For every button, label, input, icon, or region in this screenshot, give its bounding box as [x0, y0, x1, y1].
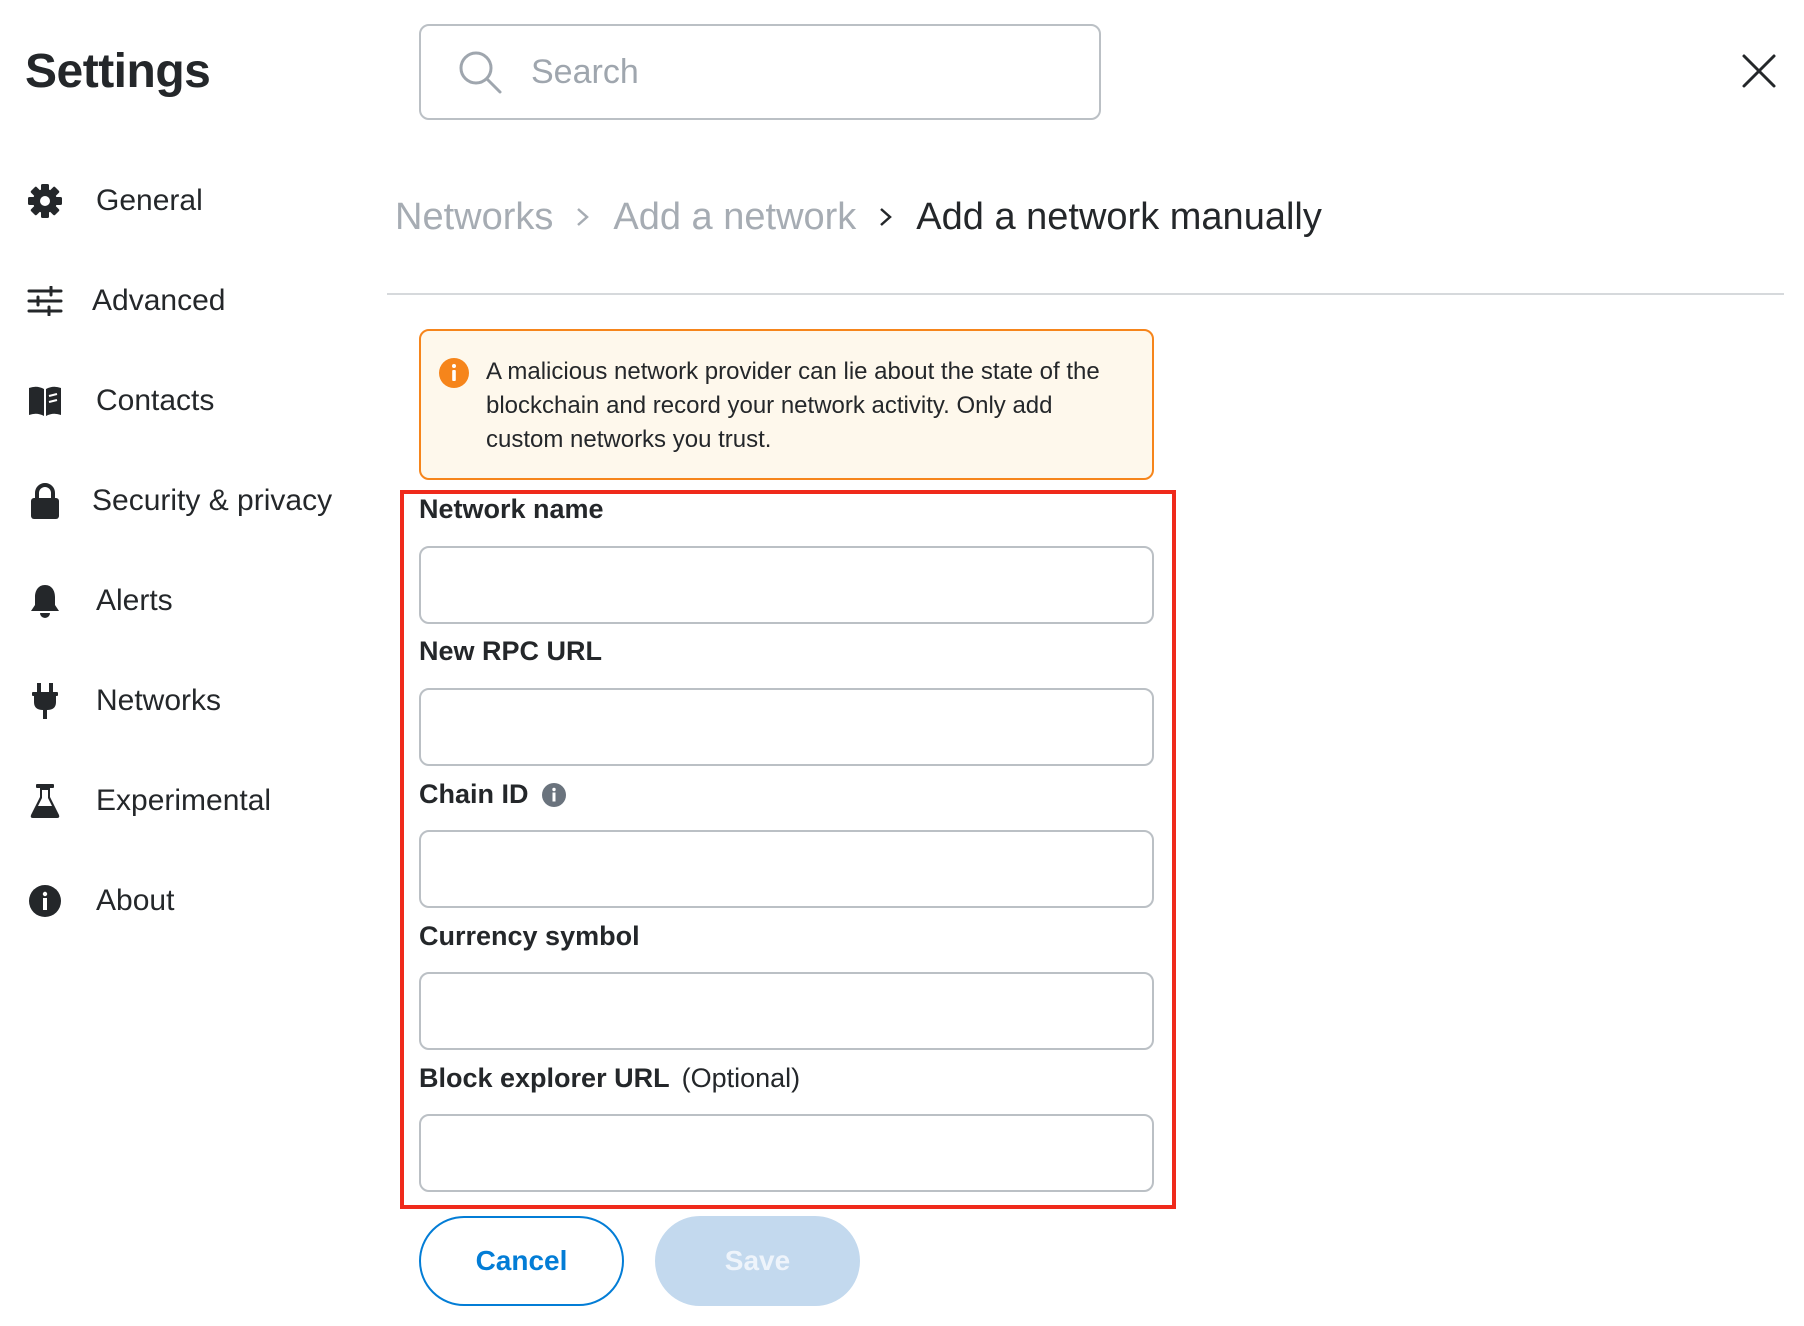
currency-symbol-label: Currency symbol — [419, 921, 640, 952]
field-label-text: New RPC URL — [419, 636, 603, 666]
breadcrumb-networks[interactable]: Networks — [395, 196, 553, 239]
block-explorer-input[interactable] — [419, 1114, 1154, 1192]
sidebar-item-advanced[interactable]: Advanced — [0, 266, 370, 336]
field-label-text: Chain ID — [419, 779, 529, 809]
sidebar-item-alerts[interactable]: Alerts — [0, 566, 370, 636]
page-title: Settings — [25, 45, 211, 98]
warning-info-icon — [439, 358, 469, 388]
breadcrumb: Networks Add a network Add a network man… — [395, 196, 1322, 239]
sidebar-item-security[interactable]: Security & privacy — [0, 466, 370, 536]
gear-icon — [24, 180, 66, 222]
divider — [387, 293, 1784, 295]
sidebar-item-general[interactable]: General — [0, 166, 370, 236]
chevron-right-icon — [876, 196, 896, 239]
network-name-input[interactable] — [419, 546, 1154, 624]
info-icon — [24, 880, 66, 922]
network-name-label: Network name — [419, 494, 604, 525]
close-icon[interactable] — [1738, 50, 1780, 92]
breadcrumb-add-network[interactable]: Add a network — [613, 196, 856, 239]
field-label-text: Block explorer URL — [419, 1063, 670, 1093]
sidebar-item-experimental[interactable]: Experimental — [0, 766, 370, 836]
warning-banner: A malicious network provider can lie abo… — [419, 329, 1154, 480]
lock-icon — [24, 480, 66, 522]
optional-tag: (Optional) — [681, 1063, 801, 1093]
sidebar-item-about[interactable]: About — [0, 866, 370, 936]
sidebar-item-label: Alerts — [96, 584, 173, 617]
rpc-url-input[interactable] — [419, 688, 1154, 766]
search-input[interactable]: Search — [419, 24, 1101, 120]
sidebar-item-contacts[interactable]: Contacts — [0, 366, 370, 436]
plug-icon — [24, 680, 66, 722]
chain-id-info-icon[interactable] — [541, 782, 567, 808]
book-icon — [24, 380, 66, 422]
flask-icon — [24, 780, 66, 822]
sidebar-item-label: General — [96, 184, 203, 217]
warning-text: A malicious network provider can lie abo… — [486, 358, 1100, 453]
search-placeholder: Search — [531, 52, 639, 91]
sliders-icon — [24, 280, 66, 322]
cancel-button[interactable]: Cancel — [419, 1216, 624, 1306]
chain-id-label: Chain ID — [419, 779, 567, 810]
sidebar-item-networks[interactable]: Networks — [0, 666, 370, 736]
sidebar-item-label: Networks — [96, 684, 222, 717]
sidebar-item-label: Advanced — [92, 284, 226, 317]
chevron-right-icon — [573, 196, 593, 239]
sidebar-item-label: Security & privacy — [92, 484, 333, 517]
sidebar-item-label: About — [96, 884, 175, 917]
sidebar-item-label: Experimental — [96, 784, 272, 817]
rpc-url-label: New RPC URL — [419, 636, 602, 667]
currency-symbol-input[interactable] — [419, 972, 1154, 1050]
bell-icon — [24, 580, 66, 622]
search-icon — [459, 51, 502, 94]
field-label-text: Network name — [419, 494, 604, 524]
sidebar-item-label: Contacts — [96, 384, 215, 417]
save-button[interactable]: Save — [655, 1216, 860, 1306]
field-label-text: Currency symbol — [419, 921, 640, 951]
breadcrumb-current: Add a network manually — [916, 196, 1322, 238]
chain-id-input[interactable] — [419, 830, 1154, 908]
block-explorer-label: Block explorer URL (Optional) — [419, 1063, 800, 1094]
